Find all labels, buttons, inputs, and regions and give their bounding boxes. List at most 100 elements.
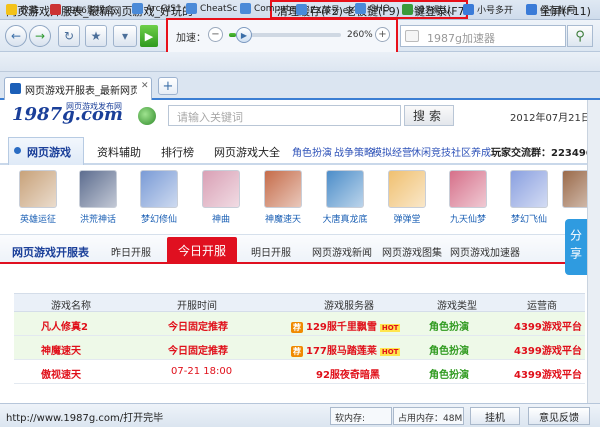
cell-game-name[interactable]: 神魔速天 (41, 342, 81, 357)
nav-sub-community[interactable]: 社区养成 (451, 144, 491, 159)
cell-open-time: 今日固定推荐 (168, 322, 228, 333)
feedback-button[interactable]: 意见反馈 (528, 407, 590, 425)
site-date: 2012年07月21日 18 (510, 113, 587, 124)
close-icon[interactable]: ✕ (141, 81, 149, 91)
search-icon[interactable]: ⚲ (567, 25, 593, 47)
bookmark-item[interactable]: GHO (355, 3, 390, 14)
cell-server[interactable]: 荐 177服马踏莲莱 HOT (291, 342, 401, 357)
game-item[interactable] (556, 170, 587, 212)
col-type: 游戏类型 (437, 301, 477, 312)
table-row[interactable]: 傲视速天 07-21 18:00 92服夜奇暗黑 角色扮演 4399游戏平台 (14, 360, 585, 384)
game-thumbnail (19, 170, 57, 208)
tab-active[interactable]: 网页游戏开服表_最新网页... ✕ (4, 77, 152, 100)
tab-yesterday[interactable]: 昨日开服 (111, 244, 151, 259)
site-logo[interactable]: 1987g.com (12, 104, 123, 125)
game-item[interactable]: 大唐真龙底 (320, 170, 370, 225)
nav-item-ranking[interactable]: 排行榜 (161, 144, 194, 160)
back-arrow-icon[interactable]: ← (5, 25, 27, 47)
nav-bullet-icon (14, 147, 21, 154)
nav-sub-casual[interactable]: 休闲竞技 (411, 144, 451, 159)
nav-sub-rpg[interactable]: 角色扮演 (292, 144, 332, 159)
browser-search-input[interactable]: 1987g加速器 (400, 25, 566, 47)
cell-game-name[interactable]: 凡人修真2 (41, 318, 88, 333)
game-item[interactable]: 九天仙梦 (443, 170, 493, 225)
save-icon (526, 4, 537, 15)
game-name: 弹弹堂 (393, 215, 421, 225)
cell-server[interactable]: 荐 129服千里飘雪 HOT (291, 318, 401, 333)
set-default-button[interactable]: 设为默认 (402, 3, 452, 16)
game-name: 梦幻飞仙 (510, 215, 547, 225)
game-item[interactable]: 弹弹堂 (382, 170, 432, 225)
bookmark-item[interactable]: CheatSc (186, 3, 237, 14)
star-icon[interactable]: ★ (85, 25, 107, 47)
tab-label: 网页游戏开服表_最新网页... (25, 86, 137, 97)
bookmark-favorites[interactable]: 收藏 (6, 3, 38, 16)
memory-usage: 占用内存：48M (393, 407, 464, 425)
server-list-title: 网页游戏开服表 (12, 246, 89, 259)
hot-badge: HOT (379, 324, 401, 332)
nav-item-directory[interactable]: 网页游戏大全 (214, 144, 280, 160)
logo-ball-icon (138, 107, 156, 125)
tab-accelerator[interactable]: 网页游戏加速器 (450, 244, 520, 259)
server-table: 游戏名称 开服时间 游戏服务器 游戏类型 运营商 凡人修真2 今日固定推荐 荐1… (14, 293, 585, 384)
game-item[interactable]: 神魔速天 (258, 170, 308, 225)
cell-game-name[interactable]: 傲视速天 (41, 366, 81, 381)
cell-open-time: 07-21 18:00 (171, 366, 233, 377)
page-icon (240, 3, 251, 14)
col-game-name: 游戏名称 (51, 301, 91, 312)
tab-today[interactable]: 今日开服 (167, 237, 237, 264)
game-item[interactable]: 英雄运征 (13, 170, 63, 225)
game-item[interactable]: 梦幻修仙 (134, 170, 184, 225)
nav-sub-sim[interactable]: 模拟经营 (372, 144, 412, 159)
site-search-input[interactable]: 请输入关键词 (168, 105, 401, 126)
game-name: 梦幻修仙 (140, 215, 177, 225)
cell-operator[interactable]: 4399游戏平台 (514, 342, 582, 357)
server-list-tabs: 网页游戏开服表 昨日开服 今日开服 明日开服 网页游戏新闻 网页游戏图集 网页游… (0, 234, 587, 264)
dropdown-icon[interactable]: ▾ (113, 25, 137, 47)
page-icon (296, 4, 307, 15)
cell-operator[interactable]: 4399游戏平台 (514, 366, 582, 381)
site-search-placeholder: 请输入关键词 (177, 111, 243, 124)
game-item[interactable]: 洪荒神话 (73, 170, 123, 225)
game-thumbnail (79, 170, 117, 208)
play-icon[interactable]: ▶ (140, 25, 158, 47)
forward-arrow-icon[interactable]: → (29, 25, 51, 47)
game-name: 九天仙梦 (449, 215, 486, 225)
page-icon (355, 3, 366, 14)
nav-sub-strategy[interactable]: 战争策略 (334, 144, 374, 159)
table-row[interactable]: 凡人修真2 今日固定推荐 荐 129服千里飘雪 HOT 角色扮演 4399游戏平台 (14, 312, 585, 336)
nav-item-guides[interactable]: 资料辅助 (97, 144, 141, 160)
game-thumbnail (140, 170, 178, 208)
game-thumbnail (510, 170, 548, 208)
site-search-button[interactable]: 搜索 (404, 105, 454, 126)
bookmark-item[interactable]: ArcGIS1 (132, 3, 182, 14)
cell-type: 角色扮演 (429, 346, 469, 357)
save-account-button[interactable]: 保存帐号 (526, 3, 576, 16)
tab-gallery[interactable]: 网页游戏图集 (382, 244, 442, 259)
tab-news[interactable]: 网页游戏新闻 (312, 244, 372, 259)
game-thumbnail (202, 170, 240, 208)
share-button[interactable]: 分享 (565, 219, 587, 275)
hang-button[interactable]: 挂机 (470, 407, 520, 425)
bookmark-item[interactable]: EX鼓号 ex (296, 3, 353, 16)
new-tab-button[interactable]: + (158, 77, 178, 95)
home-icon (402, 4, 413, 15)
bookmark-item[interactable]: Compute (240, 3, 295, 14)
cell-operator[interactable]: 4399游戏平台 (514, 318, 582, 333)
bookmark-item[interactable]: 9966影视盒 (50, 3, 114, 16)
tab-tomorrow[interactable]: 明日开服 (251, 244, 291, 259)
multi-account-button[interactable]: 小号多开 (463, 3, 513, 16)
game-thumbnail (388, 170, 426, 208)
user-icon (463, 4, 474, 15)
nav-item-webgames[interactable]: 网页游戏 (27, 144, 71, 160)
star-icon (6, 4, 17, 15)
table-row[interactable]: 神魔速天 今日固定推荐 荐 177服马踏莲莱 HOT 角色扮演 4399游戏平台 (14, 336, 585, 360)
vertical-scrollbar[interactable] (587, 100, 600, 403)
refresh-icon[interactable]: ↻ (58, 25, 80, 47)
game-item[interactable]: 神曲 (196, 170, 246, 225)
cell-server[interactable]: 92服夜奇暗黑 (316, 366, 380, 381)
site-header: 网页游戏发布网 1987g.com 请输入关键词 搜索 2012年07月21日 … (0, 100, 587, 136)
recommend-badge: 荐 (291, 322, 303, 333)
page-icon (186, 3, 197, 14)
game-item[interactable]: 梦幻飞仙 (504, 170, 554, 225)
